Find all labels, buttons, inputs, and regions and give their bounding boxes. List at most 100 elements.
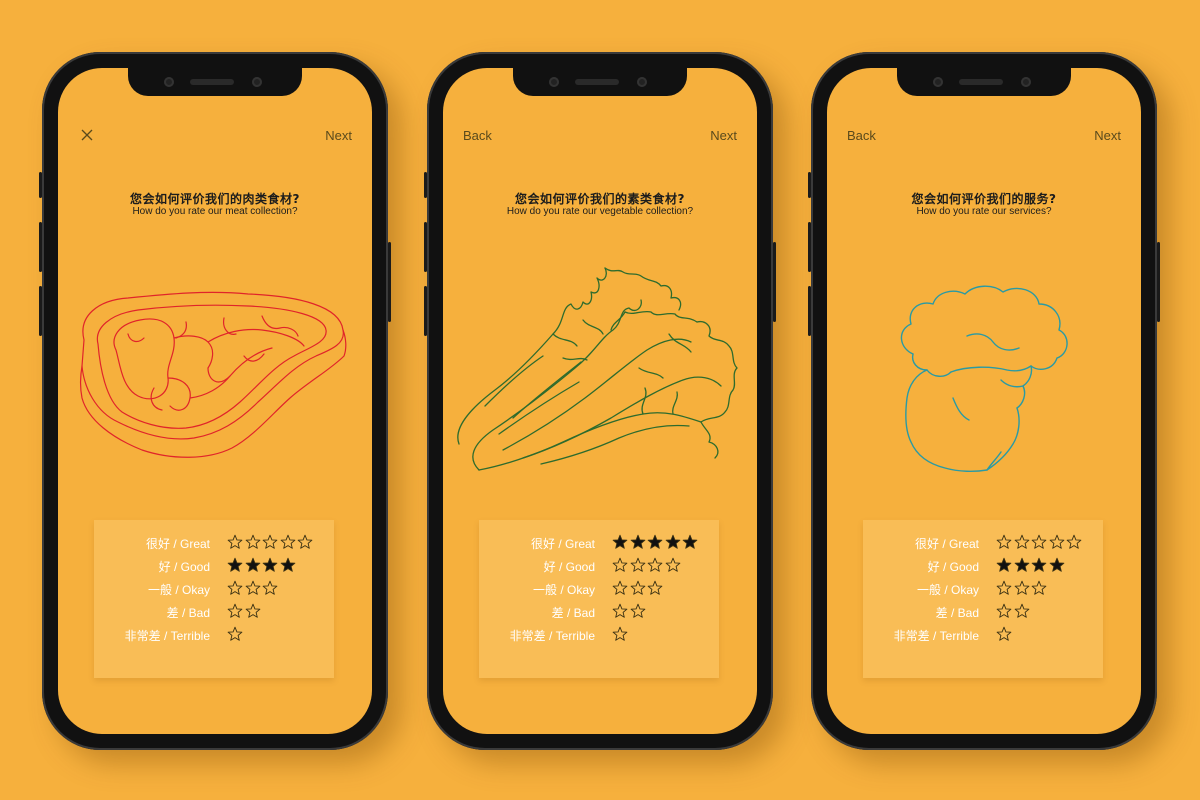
rating-row-great[interactable]: 很好 / Great [94,532,334,554]
rating-label: 一般 / Okay [532,583,595,597]
star-outline-icon[interactable] [245,603,261,619]
rating-label: 差 / Bad [935,606,979,620]
rating-label: 差 / Bad [166,606,210,620]
star-outline-icon[interactable] [245,534,261,550]
next-button[interactable]: Next [710,128,737,143]
rating-row-good[interactable]: 好 / Good [94,555,334,577]
rating-label: 非常差 / Terrible [509,629,595,643]
star-filled-icon[interactable] [1014,557,1030,573]
star-outline-icon[interactable] [996,534,1012,550]
star-outline-icon[interactable] [245,580,261,596]
chef-illustration [900,285,1068,473]
cabbage-illustration [457,267,738,471]
question-en: How do you rate our meat collection? [132,206,298,217]
rating-panel: 很好 / Great 好 / Good 一般 / Okay 差 / Bad 非常… [863,520,1103,678]
rating-row-bad[interactable]: 差 / Bad [479,601,719,623]
rating-row-terrible[interactable]: 非常差 / Terrible [94,624,334,646]
rating-label: 好 / Good [927,560,979,574]
star-outline-icon[interactable] [630,603,646,619]
star-outline-icon[interactable] [297,534,313,550]
star-outline-icon[interactable] [280,534,296,550]
next-button[interactable]: Next [325,128,352,143]
phone-mockup-meat: Next 您会如何评价我们的肉类食材? How do you rate our … [39,52,391,750]
star-filled-icon[interactable] [280,557,296,573]
question-en: How do you rate our services? [916,206,1052,217]
back-button[interactable]: Back [463,128,492,143]
rating-label: 很好 / Great [530,537,595,551]
star-outline-icon[interactable] [996,626,1012,642]
star-outline-icon[interactable] [1014,580,1030,596]
star-outline-icon[interactable] [1049,534,1065,550]
rating-row-bad[interactable]: 差 / Bad [94,601,334,623]
rating-label: 很好 / Great [914,537,979,551]
screen-service: Back Next 您会如何评价我们的服务? How do you rate o… [827,68,1141,734]
star-outline-icon[interactable] [612,626,628,642]
rating-row-okay[interactable]: 一般 / Okay [479,578,719,600]
star-filled-icon[interactable] [647,534,663,550]
star-filled-icon[interactable] [996,557,1012,573]
question-en: How do you rate our vegetable collection… [506,206,694,217]
rating-row-terrible[interactable]: 非常差 / Terrible [863,624,1103,646]
rating-panel: 很好 / Great 好 / Good 一般 / Okay 差 / Bad 非常… [479,520,719,678]
star-outline-icon[interactable] [647,557,663,573]
rating-row-bad[interactable]: 差 / Bad [863,601,1103,623]
star-outline-icon[interactable] [227,626,243,642]
star-outline-icon[interactable] [665,557,681,573]
next-button[interactable]: Next [1094,128,1121,143]
rating-row-great[interactable]: 很好 / Great [863,532,1103,554]
rating-label: 非常差 / Terrible [124,629,210,643]
star-outline-icon[interactable] [227,603,243,619]
star-outline-icon[interactable] [612,580,628,596]
star-outline-icon[interactable] [612,603,628,619]
star-filled-icon[interactable] [1031,557,1047,573]
star-outline-icon[interactable] [996,603,1012,619]
notch [897,68,1071,96]
phone-mockup-service: Back Next 您会如何评价我们的服务? How do you rate o… [808,52,1160,750]
rating-label: 很好 / Great [145,537,210,551]
star-filled-icon[interactable] [245,557,261,573]
screen-vegetable: Back Next 您会如何评价我们的素类食材? How do you rate… [443,68,757,734]
star-outline-icon[interactable] [996,580,1012,596]
rating-label: 非常差 / Terrible [893,629,979,643]
star-outline-icon[interactable] [1031,534,1047,550]
rating-label: 好 / Good [158,560,210,574]
rating-row-good[interactable]: 好 / Good [863,555,1103,577]
star-outline-icon[interactable] [612,557,628,573]
rating-panel: 很好 / Great 好 / Good 一般 / Okay 差 / Bad 非常… [94,520,334,678]
star-outline-icon[interactable] [1031,580,1047,596]
screen-meat: Next 您会如何评价我们的肉类食材? How do you rate our … [58,68,372,734]
star-outline-icon[interactable] [1014,534,1030,550]
rating-row-okay[interactable]: 一般 / Okay [863,578,1103,600]
star-outline-icon[interactable] [630,557,646,573]
star-filled-icon[interactable] [665,534,681,550]
star-filled-icon[interactable] [630,534,646,550]
question-cn: 您会如何评价我们的服务? [911,192,1057,206]
rating-label: 好 / Good [543,560,595,574]
notch [513,68,687,96]
star-outline-icon[interactable] [1066,534,1082,550]
star-outline-icon[interactable] [630,580,646,596]
star-outline-icon[interactable] [1014,603,1030,619]
star-filled-icon[interactable] [1049,557,1065,573]
question-cn: 您会如何评价我们的肉类食材? [130,192,300,206]
rating-row-great[interactable]: 很好 / Great [479,532,719,554]
star-filled-icon[interactable] [682,534,698,550]
rating-label: 差 / Bad [551,606,595,620]
star-outline-icon[interactable] [262,534,278,550]
back-button[interactable]: Back [847,128,876,143]
phone-mockup-vegetable: Back Next 您会如何评价我们的素类食材? How do you rate… [424,52,776,750]
steak-illustration [79,291,347,458]
rating-row-good[interactable]: 好 / Good [479,555,719,577]
rating-row-terrible[interactable]: 非常差 / Terrible [479,624,719,646]
star-outline-icon[interactable] [227,580,243,596]
close-icon[interactable] [80,128,94,142]
star-outline-icon[interactable] [227,534,243,550]
star-outline-icon[interactable] [647,580,663,596]
star-filled-icon[interactable] [227,557,243,573]
star-filled-icon[interactable] [262,557,278,573]
rating-label: 一般 / Okay [147,583,210,597]
rating-row-okay[interactable]: 一般 / Okay [94,578,334,600]
rating-label: 一般 / Okay [916,583,979,597]
star-outline-icon[interactable] [262,580,278,596]
star-filled-icon[interactable] [612,534,628,550]
